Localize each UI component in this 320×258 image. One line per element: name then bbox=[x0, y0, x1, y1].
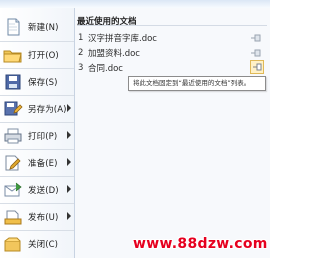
menu-item-save-as[interactable]: 另存为(A) bbox=[0, 95, 74, 121]
recent-document-item[interactable]: 1 汉字拼音字库.doc bbox=[78, 31, 266, 45]
recent-document-number: 2 bbox=[78, 48, 84, 58]
menu-item-publish[interactable]: 发布(U) bbox=[0, 203, 74, 229]
menu-item-save[interactable]: 保存(S) bbox=[0, 68, 74, 94]
recent-document-item[interactable]: 3 合同.doc bbox=[78, 60, 266, 75]
office-menu-window: 新建(N) 打开(O) 保存(S) 另存为(A) 打印(P) 准备(E) 发送(… bbox=[0, 0, 270, 258]
pin-tooltip: 将此文档固定到“最近使用的文档”列表。 bbox=[128, 76, 266, 91]
submenu-arrow-icon bbox=[67, 104, 71, 112]
recent-document-name: 汉字拼音字库.doc bbox=[88, 34, 157, 44]
pin-icon[interactable] bbox=[250, 48, 262, 58]
menu-item-prepare[interactable]: 准备(E) bbox=[0, 149, 74, 175]
recent-document-number: 3 bbox=[78, 63, 84, 73]
recent-document-number: 1 bbox=[78, 33, 84, 43]
menu-item-send[interactable]: 发送(D) bbox=[0, 176, 74, 202]
pin-icon[interactable] bbox=[250, 60, 264, 74]
menu-item-print[interactable]: 打印(P) bbox=[0, 122, 74, 148]
submenu-arrow-icon bbox=[67, 131, 71, 139]
top-strip bbox=[0, 0, 270, 8]
menu-label-save: 保存(S) bbox=[28, 77, 58, 88]
save-floppy-icon bbox=[2, 71, 24, 93]
recent-documents-divider bbox=[77, 25, 267, 26]
menu-item-open[interactable]: 打开(O) bbox=[0, 41, 74, 67]
menu-label-send: 发送(D) bbox=[28, 185, 59, 196]
menu-label-close: 关闭(C) bbox=[28, 239, 59, 250]
open-folder-icon bbox=[2, 44, 24, 66]
menu-label-open: 打开(O) bbox=[28, 50, 59, 61]
pin-icon[interactable] bbox=[250, 33, 262, 43]
menu-item-close[interactable]: 关闭(C) bbox=[0, 230, 74, 256]
submenu-arrow-icon bbox=[67, 212, 71, 220]
prepare-document-icon bbox=[2, 152, 24, 174]
menu-item-new[interactable]: 新建(N) bbox=[0, 14, 74, 40]
office-menu-left-pane: 新建(N) 打开(O) 保存(S) 另存为(A) 打印(P) 准备(E) 发送(… bbox=[0, 8, 75, 258]
new-document-icon bbox=[2, 16, 24, 38]
recent-document-name: 加盟资料.doc bbox=[88, 49, 140, 59]
printer-icon bbox=[2, 125, 24, 147]
submenu-arrow-icon bbox=[67, 185, 71, 193]
watermark-text: www.88dzw.com bbox=[133, 236, 268, 252]
publish-icon bbox=[2, 206, 24, 228]
recent-document-name: 合同.doc bbox=[88, 64, 123, 74]
save-as-icon bbox=[2, 98, 24, 120]
send-icon bbox=[2, 179, 24, 201]
menu-label-print: 打印(P) bbox=[28, 131, 58, 142]
menu-label-new: 新建(N) bbox=[28, 23, 59, 33]
recent-document-item[interactable]: 2 加盟资料.doc bbox=[78, 46, 266, 60]
close-document-icon bbox=[2, 233, 24, 255]
menu-label-publish: 发布(U) bbox=[28, 212, 59, 223]
menu-label-save-as: 另存为(A) bbox=[28, 104, 67, 115]
submenu-arrow-icon bbox=[67, 158, 71, 166]
menu-label-prepare: 准备(E) bbox=[28, 158, 58, 169]
